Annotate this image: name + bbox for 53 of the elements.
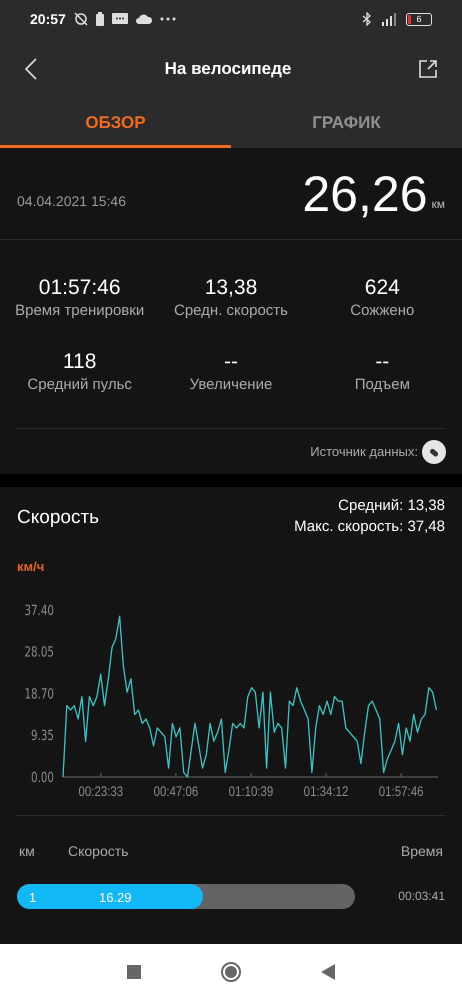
column-header: км (19, 842, 36, 860)
y-tick-label: 28.05 (24, 644, 54, 661)
average-speed: Средний: 13,38 (338, 496, 445, 516)
column-header: Скорость (68, 842, 130, 861)
max-speed: Макс. скорость: 37,48 (294, 517, 445, 537)
stat-value: 624 (364, 275, 400, 301)
column-header: Время (400, 842, 443, 861)
back-nav-icon[interactable] (321, 964, 335, 980)
stat-value: -- (224, 349, 238, 375)
lap-time: 00:03:41 (398, 888, 445, 905)
device-icon[interactable] (422, 440, 446, 464)
stat-value: 01:57:46 (38, 275, 121, 301)
more-icon (160, 17, 176, 21)
tab[interactable]: ГРАФИК (231, 100, 462, 148)
unit-label: км/ч (16, 558, 46, 576)
stat-label: Подъем (354, 375, 410, 395)
battery-icon (96, 12, 104, 26)
battery-indicator: 6 (406, 12, 432, 26)
lap-number: 1 (29, 888, 36, 906)
x-tick-label: 01:10:39 (228, 782, 274, 799)
back-icon[interactable] (24, 58, 38, 80)
tab[interactable]: ОБЗОР (0, 100, 231, 148)
stat-value: 118 (62, 349, 96, 375)
stat-label: Средний пульс (27, 375, 132, 395)
home-button[interactable] (221, 962, 241, 982)
page-title: На велосипеде (164, 58, 292, 80)
stat-value: -- (375, 349, 390, 375)
y-tick-label: 18.70 (24, 686, 54, 702)
x-tick-label: 00:47:06 (154, 782, 198, 799)
stat-label: Время тренировки (15, 301, 144, 321)
cloud-icon (136, 14, 152, 24)
distance-value: 26,26 (302, 168, 428, 218)
x-tick-label: 01:57:46 (378, 782, 424, 799)
stat-label: Увеличение (190, 375, 272, 395)
x-tick-label: 01:34:12 (304, 782, 348, 799)
alarm-off-icon (74, 12, 88, 26)
x-tick-label: 00:23:33 (78, 782, 124, 799)
y-tick-label: 9.35 (31, 728, 54, 744)
stat-label: Сожжено (350, 301, 414, 321)
chart-title: Скорость (17, 506, 100, 530)
signal-icon (380, 12, 398, 26)
stat-value: 13,38 (204, 275, 258, 301)
message-icon (112, 12, 128, 26)
stat-label: Средн. скорость (174, 301, 288, 321)
bluetooth-icon (362, 12, 372, 26)
y-tick-label: 37.40 (24, 602, 54, 619)
data-source-label: Источник данных: (310, 442, 418, 461)
share-icon[interactable] (418, 59, 438, 79)
lap-speed: 16.29 (99, 888, 132, 906)
distance-unit: км (432, 196, 445, 212)
workout-date: 04.04.2021 15:46 (17, 192, 126, 211)
status-time: 20:57 (30, 10, 66, 28)
y-tick-label: 0.00 (31, 769, 54, 786)
